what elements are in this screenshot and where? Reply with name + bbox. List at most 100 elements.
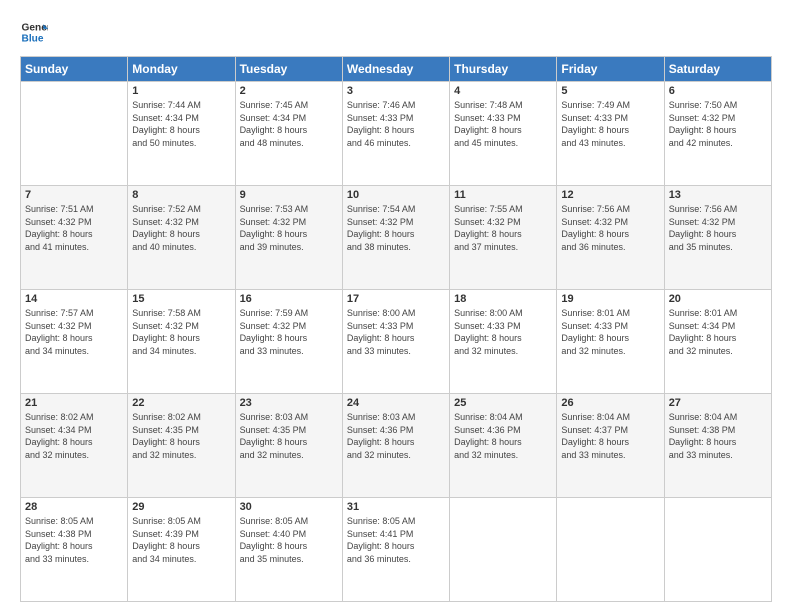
- weekday-header-wednesday: Wednesday: [342, 57, 449, 82]
- calendar-cell: 7 Sunrise: 7:51 AMSunset: 4:32 PMDaylight…: [21, 186, 128, 290]
- day-number: 27: [669, 397, 767, 409]
- day-info: Sunrise: 8:01 AMSunset: 4:34 PMDaylight:…: [669, 307, 767, 357]
- calendar-header: SundayMondayTuesdayWednesdayThursdayFrid…: [21, 57, 772, 82]
- weekday-row: SundayMondayTuesdayWednesdayThursdayFrid…: [21, 57, 772, 82]
- day-number: 16: [240, 293, 338, 305]
- day-info: Sunrise: 7:53 AMSunset: 4:32 PMDaylight:…: [240, 203, 338, 253]
- page-header: General Blue: [20, 18, 772, 46]
- calendar-cell: 3 Sunrise: 7:46 AMSunset: 4:33 PMDaylight…: [342, 82, 449, 186]
- calendar-cell: 19Sunrise: 8:01 AMSunset: 4:33 PMDayligh…: [557, 290, 664, 394]
- calendar-body: 1 Sunrise: 7:44 AMSunset: 4:34 PMDaylight…: [21, 82, 772, 602]
- day-number: 26: [561, 397, 659, 409]
- weekday-header-tuesday: Tuesday: [235, 57, 342, 82]
- calendar-cell: [21, 82, 128, 186]
- weekday-header-thursday: Thursday: [450, 57, 557, 82]
- day-number: 5: [561, 85, 659, 97]
- week-row-2: 7 Sunrise: 7:51 AMSunset: 4:32 PMDaylight…: [21, 186, 772, 290]
- calendar-cell: 13Sunrise: 7:56 AMSunset: 4:32 PMDayligh…: [664, 186, 771, 290]
- calendar-table: SundayMondayTuesdayWednesdayThursdayFrid…: [20, 56, 772, 602]
- day-info: Sunrise: 8:00 AMSunset: 4:33 PMDaylight:…: [454, 307, 552, 357]
- logo: General Blue: [20, 18, 48, 46]
- calendar-cell: 11Sunrise: 7:55 AMSunset: 4:32 PMDayligh…: [450, 186, 557, 290]
- day-number: 22: [132, 397, 230, 409]
- day-number: 1: [132, 85, 230, 97]
- day-number: 12: [561, 189, 659, 201]
- svg-text:Blue: Blue: [22, 33, 44, 44]
- day-info: Sunrise: 7:46 AMSunset: 4:33 PMDaylight:…: [347, 99, 445, 149]
- day-info: Sunrise: 7:52 AMSunset: 4:32 PMDaylight:…: [132, 203, 230, 253]
- day-info: Sunrise: 7:59 AMSunset: 4:32 PMDaylight:…: [240, 307, 338, 357]
- weekday-header-monday: Monday: [128, 57, 235, 82]
- calendar-cell: 17Sunrise: 8:00 AMSunset: 4:33 PMDayligh…: [342, 290, 449, 394]
- day-info: Sunrise: 8:05 AMSunset: 4:38 PMDaylight:…: [25, 515, 123, 565]
- day-number: 21: [25, 397, 123, 409]
- calendar-cell: 12 Sunrise: 7:56 AMSunset: 4:32 PMDayligh…: [557, 186, 664, 290]
- calendar-cell: [557, 498, 664, 602]
- day-number: 9: [240, 189, 338, 201]
- day-info: Sunrise: 7:56 AMSunset: 4:32 PMDaylight:…: [561, 203, 659, 253]
- calendar-cell: 29Sunrise: 8:05 AMSunset: 4:39 PMDayligh…: [128, 498, 235, 602]
- calendar-cell: 15 Sunrise: 7:58 AMSunset: 4:32 PMDayligh…: [128, 290, 235, 394]
- calendar-cell: 4 Sunrise: 7:48 AMSunset: 4:33 PMDaylight…: [450, 82, 557, 186]
- day-info: Sunrise: 7:48 AMSunset: 4:33 PMDaylight:…: [454, 99, 552, 149]
- calendar-cell: 22 Sunrise: 8:02 AMSunset: 4:35 PMDayligh…: [128, 394, 235, 498]
- calendar-cell: 20Sunrise: 8:01 AMSunset: 4:34 PMDayligh…: [664, 290, 771, 394]
- day-info: Sunrise: 7:58 AMSunset: 4:32 PMDaylight:…: [132, 307, 230, 357]
- day-info: Sunrise: 8:03 AMSunset: 4:36 PMDaylight:…: [347, 411, 445, 461]
- day-info: Sunrise: 8:04 AMSunset: 4:37 PMDaylight:…: [561, 411, 659, 461]
- day-info: Sunrise: 8:05 AMSunset: 4:41 PMDaylight:…: [347, 515, 445, 565]
- calendar-cell: 9 Sunrise: 7:53 AMSunset: 4:32 PMDaylight…: [235, 186, 342, 290]
- calendar-cell: 16 Sunrise: 7:59 AMSunset: 4:32 PMDayligh…: [235, 290, 342, 394]
- calendar-cell: 24 Sunrise: 8:03 AMSunset: 4:36 PMDayligh…: [342, 394, 449, 498]
- day-info: Sunrise: 7:57 AMSunset: 4:32 PMDaylight:…: [25, 307, 123, 357]
- week-row-1: 1 Sunrise: 7:44 AMSunset: 4:34 PMDaylight…: [21, 82, 772, 186]
- calendar-cell: 2 Sunrise: 7:45 AMSunset: 4:34 PMDaylight…: [235, 82, 342, 186]
- calendar-page: General Blue SundayMondayTuesdayWednesda…: [0, 0, 792, 612]
- day-number: 3: [347, 85, 445, 97]
- day-number: 24: [347, 397, 445, 409]
- day-info: Sunrise: 7:56 AMSunset: 4:32 PMDaylight:…: [669, 203, 767, 253]
- calendar-cell: [664, 498, 771, 602]
- calendar-cell: 18 Sunrise: 8:00 AMSunset: 4:33 PMDayligh…: [450, 290, 557, 394]
- calendar-cell: 1 Sunrise: 7:44 AMSunset: 4:34 PMDaylight…: [128, 82, 235, 186]
- day-info: Sunrise: 8:02 AMSunset: 4:34 PMDaylight:…: [25, 411, 123, 461]
- day-info: Sunrise: 8:04 AMSunset: 4:38 PMDaylight:…: [669, 411, 767, 461]
- day-info: Sunrise: 8:00 AMSunset: 4:33 PMDaylight:…: [347, 307, 445, 357]
- day-number: 18: [454, 293, 552, 305]
- week-row-5: 28Sunrise: 8:05 AMSunset: 4:38 PMDayligh…: [21, 498, 772, 602]
- day-info: Sunrise: 8:01 AMSunset: 4:33 PMDaylight:…: [561, 307, 659, 357]
- day-number: 7: [25, 189, 123, 201]
- day-info: Sunrise: 7:50 AMSunset: 4:32 PMDaylight:…: [669, 99, 767, 149]
- week-row-4: 21 Sunrise: 8:02 AMSunset: 4:34 PMDayligh…: [21, 394, 772, 498]
- day-info: Sunrise: 7:45 AMSunset: 4:34 PMDaylight:…: [240, 99, 338, 149]
- day-info: Sunrise: 8:02 AMSunset: 4:35 PMDaylight:…: [132, 411, 230, 461]
- calendar-cell: 21 Sunrise: 8:02 AMSunset: 4:34 PMDayligh…: [21, 394, 128, 498]
- day-number: 4: [454, 85, 552, 97]
- weekday-header-sunday: Sunday: [21, 57, 128, 82]
- calendar-cell: 6Sunrise: 7:50 AMSunset: 4:32 PMDaylight…: [664, 82, 771, 186]
- day-info: Sunrise: 8:05 AMSunset: 4:40 PMDaylight:…: [240, 515, 338, 565]
- calendar-cell: 31Sunrise: 8:05 AMSunset: 4:41 PMDayligh…: [342, 498, 449, 602]
- calendar-cell: 23 Sunrise: 8:03 AMSunset: 4:35 PMDayligh…: [235, 394, 342, 498]
- calendar-cell: 10Sunrise: 7:54 AMSunset: 4:32 PMDayligh…: [342, 186, 449, 290]
- day-number: 10: [347, 189, 445, 201]
- week-row-3: 14Sunrise: 7:57 AMSunset: 4:32 PMDayligh…: [21, 290, 772, 394]
- calendar-cell: 27 Sunrise: 8:04 AMSunset: 4:38 PMDayligh…: [664, 394, 771, 498]
- day-info: Sunrise: 8:04 AMSunset: 4:36 PMDaylight:…: [454, 411, 552, 461]
- calendar-cell: 26 Sunrise: 8:04 AMSunset: 4:37 PMDayligh…: [557, 394, 664, 498]
- day-number: 23: [240, 397, 338, 409]
- calendar-cell: 5Sunrise: 7:49 AMSunset: 4:33 PMDaylight…: [557, 82, 664, 186]
- day-number: 15: [132, 293, 230, 305]
- day-number: 2: [240, 85, 338, 97]
- day-info: Sunrise: 7:51 AMSunset: 4:32 PMDaylight:…: [25, 203, 123, 253]
- day-info: Sunrise: 8:03 AMSunset: 4:35 PMDaylight:…: [240, 411, 338, 461]
- weekday-header-friday: Friday: [557, 57, 664, 82]
- day-number: 8: [132, 189, 230, 201]
- calendar-cell: 30 Sunrise: 8:05 AMSunset: 4:40 PMDayligh…: [235, 498, 342, 602]
- day-number: 30: [240, 501, 338, 513]
- day-info: Sunrise: 7:44 AMSunset: 4:34 PMDaylight:…: [132, 99, 230, 149]
- calendar-cell: 8 Sunrise: 7:52 AMSunset: 4:32 PMDaylight…: [128, 186, 235, 290]
- day-info: Sunrise: 7:55 AMSunset: 4:32 PMDaylight:…: [454, 203, 552, 253]
- calendar-cell: 14Sunrise: 7:57 AMSunset: 4:32 PMDayligh…: [21, 290, 128, 394]
- calendar-cell: [450, 498, 557, 602]
